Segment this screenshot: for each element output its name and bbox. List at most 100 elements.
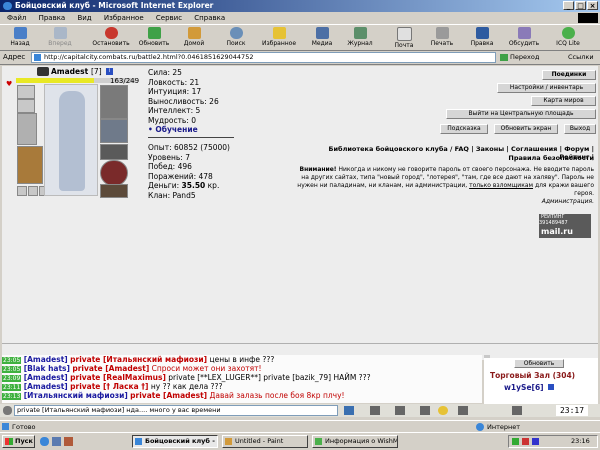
character-level: [7] — [91, 67, 102, 76]
quicklaunch-app-icon[interactable] — [64, 437, 73, 446]
logout-button[interactable]: Выход — [564, 124, 596, 134]
go-button[interactable]: Переход — [510, 53, 539, 61]
slot-bracer[interactable] — [100, 119, 128, 143]
windows-flag-icon — [5, 438, 13, 445]
tray-icon-1[interactable] — [512, 438, 519, 445]
links-label[interactable]: Ссылки — [568, 53, 594, 61]
slot-weapon[interactable] — [17, 113, 37, 145]
slot-earring[interactable] — [17, 85, 35, 99]
settings-inventory-button[interactable]: Настройки / инвентарь — [497, 83, 596, 93]
task-info[interactable]: Информация о WishMast... — [312, 435, 398, 448]
history-button[interactable]: Журнал — [340, 27, 380, 47]
link-safety-rules[interactable]: Правила безопасности — [402, 154, 594, 162]
favorites-button[interactable]: Избранное — [256, 27, 302, 47]
link-faq[interactable]: FAQ — [455, 145, 469, 153]
quicklaunch-desktop-icon[interactable] — [52, 437, 61, 446]
avatar-figure — [59, 91, 85, 191]
slot-gloves[interactable] — [100, 144, 128, 160]
room-refresh-button[interactable]: Обновить — [514, 359, 564, 368]
back-button[interactable]: Назад — [0, 27, 40, 47]
rating-badge[interactable]: РЕЙТИНГ 391489487 mail.ru — [539, 214, 591, 238]
chat-log: 23:05 [Amadest] private [Итальянский маф… — [2, 355, 482, 403]
send-icon[interactable] — [344, 406, 354, 415]
discuss-button[interactable]: Обсудить — [504, 27, 544, 47]
menu-edit[interactable]: Правка — [39, 14, 66, 22]
exit-square-button[interactable]: Выйти на Центральную площадь — [446, 109, 596, 119]
settings-icon[interactable] — [458, 406, 468, 415]
stat-strength: Сила: 25 — [148, 68, 182, 77]
hint-button[interactable]: Подсказка — [440, 124, 488, 134]
character-name[interactable]: Amadest — [51, 67, 88, 76]
system-tray: 23:16 — [508, 435, 598, 448]
window-titlebar: Бойцовский клуб - Microsoft Internet Exp… — [0, 0, 600, 12]
quicklaunch-ie-icon[interactable] — [40, 437, 49, 446]
chat-mode-icon[interactable] — [3, 406, 12, 415]
online-user[interactable]: w1ySe[6] — [504, 383, 544, 392]
search-button[interactable]: Поиск — [216, 27, 256, 47]
sound-icon[interactable] — [512, 406, 522, 415]
tray-icon-2[interactable] — [522, 438, 529, 445]
menu-help[interactable]: Справка — [194, 14, 225, 22]
slot-boots[interactable] — [100, 184, 128, 198]
minimize-button[interactable]: _ — [563, 1, 574, 10]
link-forum[interactable]: Форум — [564, 145, 589, 153]
menu-favorites[interactable]: Избранное — [104, 14, 144, 22]
menu-file[interactable]: Файл — [7, 14, 26, 22]
link-agreements[interactable]: Соглашения — [511, 145, 557, 153]
record-block: Опыт: 60852 (75000) Уровень: 7 Побед: 49… — [148, 143, 230, 200]
hp-value: 163/249 — [110, 77, 140, 85]
mail-icon — [396, 27, 412, 41]
notice-hackers-link[interactable]: только взломщикам — [469, 182, 533, 189]
home-button[interactable]: Домой — [174, 27, 214, 47]
stat-agility: Ловкость: 21 — [148, 77, 200, 87]
refresh-screen-button[interactable]: Обновить экран — [494, 124, 558, 134]
task-browser[interactable]: Бойцовский клуб - ... — [132, 435, 218, 448]
status-zone: Интернет — [487, 423, 521, 431]
print-button[interactable]: Печать — [422, 27, 462, 47]
link-laws[interactable]: Законы — [476, 145, 504, 153]
address-input[interactable]: http://capitalcity.combats.ru/battle2.ht… — [31, 52, 496, 63]
back-arrow-icon — [13, 27, 27, 39]
page-bottom-divider — [2, 343, 598, 344]
chat-input[interactable]: private [Итальянский мафиози] нда.... мн… — [14, 405, 338, 416]
world-map-button[interactable]: Карта миров — [531, 96, 596, 106]
character-avatar[interactable] — [44, 84, 98, 196]
tray-icon-3[interactable] — [532, 438, 539, 445]
status-text: Готово — [12, 423, 36, 431]
slot-ring-2[interactable] — [28, 186, 38, 196]
forward-button[interactable]: Вперед — [40, 27, 80, 47]
info-icon[interactable]: i — [106, 68, 113, 75]
page-icon — [34, 54, 41, 61]
menu-view[interactable]: Вид — [77, 14, 91, 22]
filter-icon[interactable] — [395, 406, 405, 415]
training-link[interactable]: • Обучение — [148, 125, 219, 135]
start-button[interactable]: Пуск — [2, 435, 35, 448]
media-button[interactable]: Медиа — [302, 27, 342, 47]
link-library[interactable]: Библиотека бойцовского клуба — [329, 145, 448, 153]
icq-button[interactable]: ICQ Lite — [548, 27, 588, 47]
mail-button[interactable]: Почта — [384, 27, 424, 49]
losses: Поражений: 478 — [148, 171, 213, 181]
stop-button[interactable]: Остановить — [88, 27, 134, 47]
maximize-button[interactable]: □ — [575, 1, 586, 10]
clear-icon[interactable] — [370, 406, 380, 415]
menu-tools[interactable]: Сервис — [156, 14, 182, 22]
print-icon — [435, 27, 449, 39]
hp-bar-fill — [16, 78, 94, 83]
slot-armor[interactable] — [17, 146, 43, 184]
close-button[interactable]: × — [587, 1, 598, 10]
emote-icon[interactable] — [420, 406, 430, 415]
edit-button[interactable]: Правка — [462, 27, 502, 47]
fights-button[interactable]: Поединки — [542, 70, 596, 80]
slot-helmet[interactable] — [100, 85, 128, 119]
smiley-icon[interactable] — [438, 406, 448, 415]
refresh-button[interactable]: Обновить — [134, 27, 174, 47]
slot-amulet[interactable] — [17, 99, 35, 113]
task-paint[interactable]: Untitled - Paint — [222, 435, 308, 448]
favorites-star-icon — [272, 27, 286, 39]
address-bar: Адрес http://capitalcity.combats.ru/batt… — [0, 51, 600, 65]
user-info-icon[interactable] — [548, 384, 554, 390]
home-icon — [187, 27, 201, 39]
slot-shield[interactable] — [100, 160, 128, 186]
slot-ring-1[interactable] — [17, 186, 27, 196]
